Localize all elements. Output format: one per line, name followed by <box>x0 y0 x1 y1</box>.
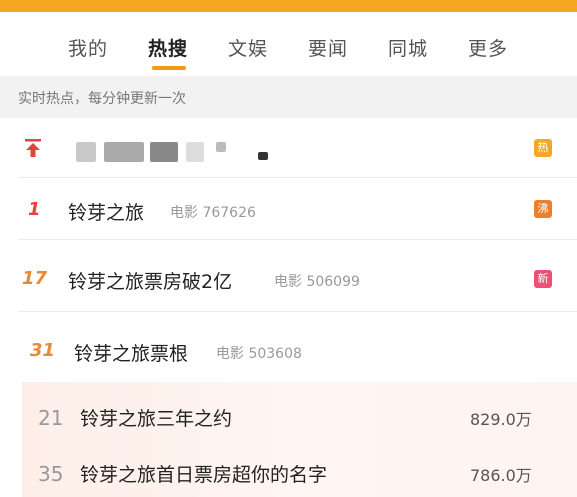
topic-meta: 电影 506099 <box>274 274 360 290</box>
active-tab-indicator <box>152 66 186 70</box>
tab-news[interactable]: 要闻 <box>308 34 348 61</box>
hot-list-row[interactable]: 1 铃芽之旅 电影 767626 沸 <box>0 178 577 240</box>
tab-bar: 我的 热搜 文娱 要闻 同城 更多 <box>0 12 577 76</box>
topic-meta: 电影 503608 <box>216 346 302 362</box>
pin-top-icon <box>25 139 41 157</box>
topic-title: 铃芽之旅 <box>68 202 145 224</box>
related-count: 786.0万 <box>470 466 532 485</box>
rank-number: 31 <box>30 340 56 361</box>
rank-number: 1 <box>28 199 41 220</box>
related-topics-panel: 21 铃芽之旅三年之约 829.0万 35 铃芽之旅首日票房超你的名字 786.… <box>22 382 577 497</box>
hot-badge: 热 <box>534 139 552 157</box>
tab-mine[interactable]: 我的 <box>68 34 108 61</box>
hot-list-row[interactable]: 17 铃芽之旅票房破2亿 电影 506099 新 <box>0 240 577 312</box>
hot-list-row[interactable]: 31 铃芽之旅票根 电影 503608 <box>0 312 577 382</box>
realtime-notice-text: 实时热点，每分钟更新一次 <box>18 91 186 107</box>
realtime-notice: 实时热点，每分钟更新一次 <box>0 76 577 118</box>
tab-local[interactable]: 同城 <box>388 34 428 61</box>
blurred-title <box>76 142 96 162</box>
related-item[interactable]: 21 铃芽之旅三年之约 829.0万 <box>22 382 577 440</box>
tab-entertainment[interactable]: 文娱 <box>228 34 268 61</box>
related-title: 铃芽之旅三年之约 <box>80 408 233 430</box>
tab-hot-search[interactable]: 热搜 <box>148 34 188 61</box>
related-rank: 35 <box>38 462 64 486</box>
related-count: 829.0万 <box>470 410 532 429</box>
top-banner-strip <box>0 0 577 12</box>
tab-more[interactable]: 更多 <box>468 34 508 61</box>
related-rank: 21 <box>38 406 64 430</box>
related-title: 铃芽之旅首日票房超你的名字 <box>80 464 328 486</box>
rank-number: 17 <box>22 268 48 289</box>
topic-meta: 电影 767626 <box>170 205 256 221</box>
related-item[interactable]: 35 铃芽之旅首日票房超你的名字 786.0万 <box>22 440 577 497</box>
new-badge: 新 <box>534 270 552 288</box>
topic-title: 铃芽之旅票根 <box>74 343 189 365</box>
topic-title: 铃芽之旅票房破2亿 <box>68 271 233 293</box>
boil-badge: 沸 <box>534 200 552 218</box>
